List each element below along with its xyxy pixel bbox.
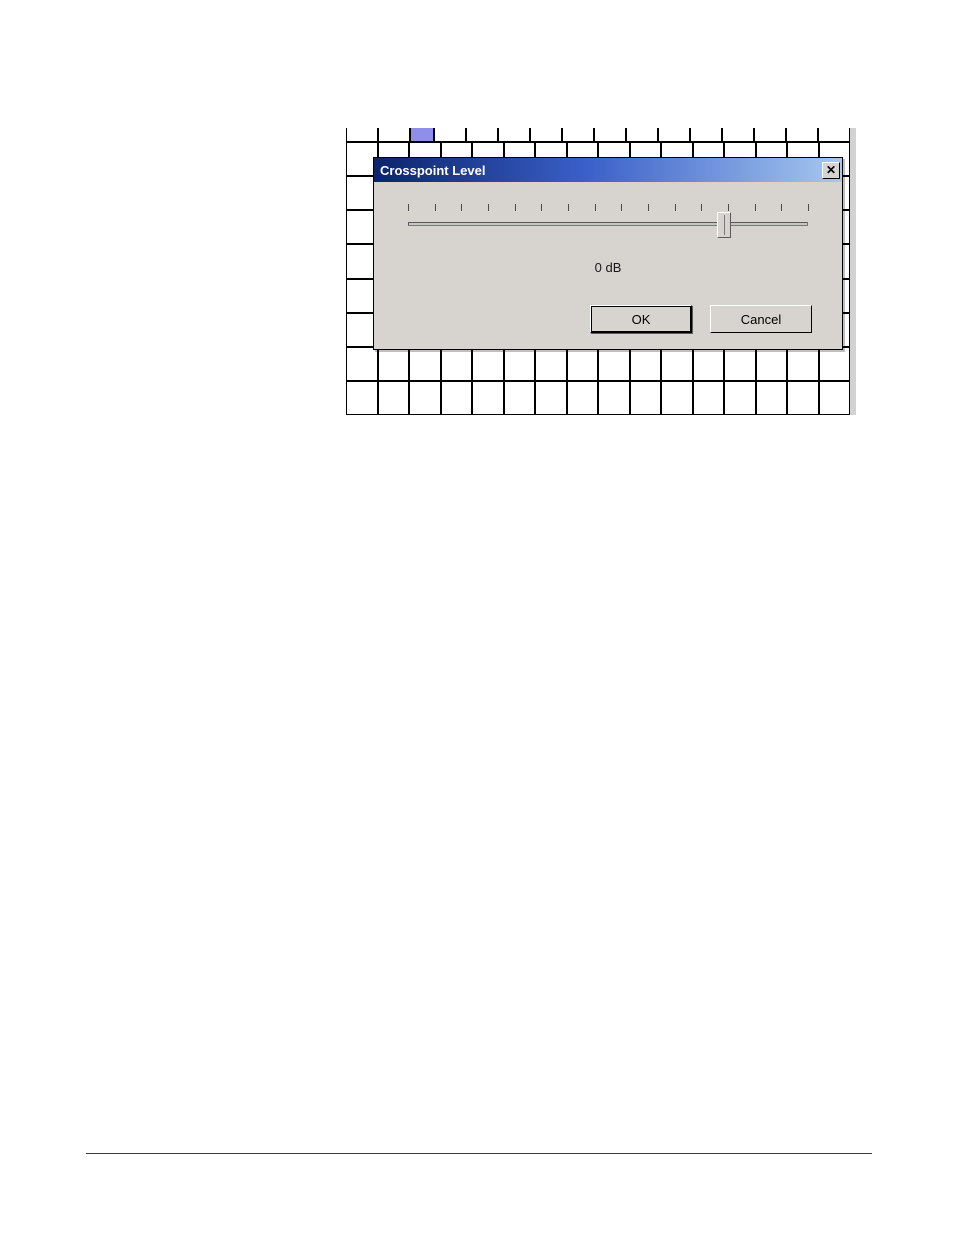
grid-header-cell xyxy=(466,128,498,142)
grid-cell[interactable] xyxy=(472,347,504,381)
slider-tick xyxy=(595,204,596,211)
grid-cell[interactable] xyxy=(756,347,788,381)
grid-cell[interactable] xyxy=(378,347,410,381)
grid-header-cell xyxy=(378,128,410,142)
crosspoint-level-dialog: Crosspoint Level ✕ 0 dB OK Cancel xyxy=(373,157,843,350)
slider-tick xyxy=(621,204,622,211)
slider-tick xyxy=(675,204,676,211)
slider-tick xyxy=(408,204,409,211)
grid-cell[interactable] xyxy=(346,381,378,415)
close-button[interactable]: ✕ xyxy=(822,162,840,179)
grid-cell[interactable] xyxy=(567,381,599,415)
slider-tick xyxy=(488,204,489,211)
grid-cell[interactable] xyxy=(787,381,819,415)
slider-tick xyxy=(648,204,649,211)
cancel-button[interactable]: Cancel xyxy=(710,305,812,333)
slider-tick xyxy=(755,204,756,211)
slider-tick xyxy=(461,204,462,211)
grid-header-cell xyxy=(562,128,594,142)
slider-tick xyxy=(808,204,809,211)
grid-cell[interactable] xyxy=(756,381,788,415)
grid-header-cell xyxy=(658,128,690,142)
grid-header-cell xyxy=(722,128,754,142)
grid-cell[interactable] xyxy=(661,347,693,381)
grid-header-cell-selected[interactable] xyxy=(410,128,434,142)
level-slider[interactable] xyxy=(408,200,808,248)
page-footer-divider xyxy=(86,1153,872,1154)
dialog-titlebar[interactable]: Crosspoint Level ✕ xyxy=(374,158,842,182)
grid-header-cell xyxy=(690,128,722,142)
grid-cell[interactable] xyxy=(630,381,662,415)
ok-button[interactable]: OK xyxy=(590,305,692,333)
grid-cell[interactable] xyxy=(819,381,851,415)
grid-cell[interactable] xyxy=(441,347,473,381)
grid-cell[interactable] xyxy=(787,347,819,381)
grid-cell[interactable] xyxy=(346,347,378,381)
slider-tick xyxy=(568,204,569,211)
grid-cell[interactable] xyxy=(535,347,567,381)
close-icon: ✕ xyxy=(826,164,836,176)
grid-cell[interactable] xyxy=(598,347,630,381)
grid-header-cell xyxy=(434,128,466,142)
grid-cell[interactable] xyxy=(567,347,599,381)
grid-header-cell xyxy=(626,128,658,142)
screenshot-region: Crosspoint Level ✕ 0 dB OK Cancel xyxy=(346,128,856,415)
grid-cell[interactable] xyxy=(504,347,536,381)
grid-cell[interactable] xyxy=(693,381,725,415)
grid-header-cell xyxy=(530,128,562,142)
slider-tick xyxy=(701,204,702,211)
grid-cell[interactable] xyxy=(693,347,725,381)
grid-header-cell xyxy=(754,128,786,142)
grid-header-cell xyxy=(498,128,530,142)
slider-tick xyxy=(728,204,729,211)
grid-cell[interactable] xyxy=(378,381,410,415)
slider-tick xyxy=(515,204,516,211)
grid-cell[interactable] xyxy=(661,381,693,415)
grid-header-cell xyxy=(594,128,626,142)
grid-cell[interactable] xyxy=(504,381,536,415)
slider-value-label: 0 dB xyxy=(398,260,818,275)
grid-cell[interactable] xyxy=(724,381,756,415)
grid-cell[interactable] xyxy=(724,347,756,381)
slider-tick xyxy=(435,204,436,211)
grid-cell[interactable] xyxy=(598,381,630,415)
slider-track[interactable] xyxy=(408,222,808,226)
grid-cell[interactable] xyxy=(630,347,662,381)
slider-tick xyxy=(781,204,782,211)
grid-header-cell xyxy=(786,128,818,142)
slider-tick xyxy=(541,204,542,211)
scroll-shadow xyxy=(850,128,856,415)
grid-cell[interactable] xyxy=(535,381,567,415)
grid-cell[interactable] xyxy=(472,381,504,415)
grid-cell[interactable] xyxy=(409,347,441,381)
grid-cell[interactable] xyxy=(409,381,441,415)
dialog-title: Crosspoint Level xyxy=(380,163,485,178)
slider-thumb[interactable] xyxy=(717,212,731,238)
grid-header-cell xyxy=(818,128,850,142)
grid-cell[interactable] xyxy=(441,381,473,415)
grid-header-cell xyxy=(346,128,378,142)
grid-cell[interactable] xyxy=(819,347,851,381)
